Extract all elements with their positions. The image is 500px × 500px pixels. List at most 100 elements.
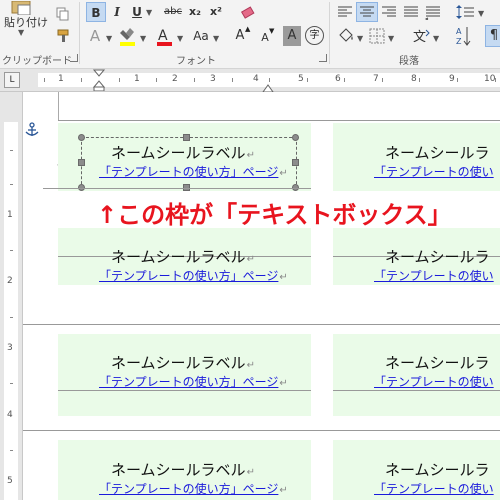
vertical-ruler-text-area (4, 122, 18, 500)
format-painter-icon[interactable] (56, 28, 72, 42)
shading-icon[interactable] (336, 26, 356, 46)
enclose-characters-button[interactable]: 字 (305, 26, 324, 45)
horizontal-ruler[interactable]: L 1 1 2 3 4 5 6 7 8 9 10 (0, 69, 500, 93)
ruler-number: 5 (7, 476, 13, 486)
template-guide-link-text[interactable]: 「テンプレートの使い方」ページ (99, 269, 278, 283)
ruler-tick (194, 78, 195, 82)
template-guide-link-text[interactable]: 「テンプレートの使い (374, 375, 494, 389)
clipboard-group-label: クリップボード (2, 56, 72, 67)
resize-handle[interactable] (292, 134, 299, 141)
character-shading-button[interactable]: A (283, 26, 301, 46)
italic-button[interactable]: I (109, 2, 125, 22)
template-guide-link-text[interactable]: 「テンプレートの使い (374, 165, 494, 179)
borders-icon[interactable] (368, 27, 386, 45)
change-case-button[interactable]: Aa (190, 26, 212, 46)
align-right-icon[interactable] (380, 4, 398, 20)
sort-icon[interactable]: AZ (455, 25, 473, 47)
clear-formatting-icon[interactable] (240, 3, 258, 21)
paragraph-mark: ↵ (246, 360, 255, 371)
font-launcher-icon[interactable] (319, 54, 327, 62)
ruler-tick (10, 150, 13, 151)
vertical-ruler[interactable]: 1 2 3 4 5 (0, 92, 23, 500)
label-title-text: ネームシールラベル (111, 354, 246, 372)
group-divider (329, 2, 330, 64)
template-guide-link-text[interactable]: 「テンプレートの使い (374, 269, 494, 283)
template-guide-link[interactable]: 「テンプレートの使い方」ページ↵ (99, 267, 288, 284)
text-effects-dropdown-icon[interactable]: ▼ (106, 34, 112, 43)
ruler-tick (10, 184, 13, 185)
right-indent-marker-icon[interactable] (262, 79, 274, 93)
template-guide-link-text[interactable]: 「テンプレートの使い (374, 482, 494, 496)
resize-handle[interactable] (78, 134, 85, 141)
strikethrough-button[interactable]: abc (161, 2, 185, 22)
template-guide-link[interactable]: 「テンプレートの使い (374, 480, 494, 497)
underline-dropdown-icon[interactable]: ▼ (146, 8, 152, 17)
paste-icon[interactable] (6, 0, 36, 16)
justify-icon[interactable] (402, 4, 420, 20)
template-guide-link-text[interactable]: 「テンプレートの使い方」ページ (99, 375, 278, 389)
ruler-tick (232, 78, 233, 82)
label-title-text: ネームシールラ (385, 461, 490, 479)
resize-handle[interactable] (183, 134, 190, 141)
distributed-icon[interactable] (424, 4, 442, 21)
highlight-color-icon[interactable] (118, 26, 138, 48)
label-title-text: ネームシールラ (385, 354, 490, 372)
ruler-tick (10, 383, 13, 384)
label-grid-line (333, 390, 500, 391)
copy-icon[interactable] (56, 6, 70, 21)
label-title-text: ネームシールラベル (111, 248, 246, 266)
clipboard-launcher-icon[interactable] (70, 54, 78, 62)
underline-button[interactable]: U (130, 2, 144, 22)
line-spacing-dropdown-icon[interactable]: ▼ (478, 9, 484, 18)
align-center-icon[interactable] (356, 2, 378, 22)
borders-dropdown-icon[interactable]: ▼ (388, 34, 394, 43)
paste-dropdown-icon[interactable]: ▼ (18, 28, 24, 37)
paste-button[interactable]: 貼り付け (4, 14, 48, 30)
ruler-tick (81, 78, 82, 82)
text-box-selection-frame[interactable] (81, 137, 297, 189)
asian-layout-icon[interactable]: 文 (412, 26, 432, 46)
ruler-tick (10, 450, 13, 451)
template-guide-link[interactable]: 「テンプレートの使い (374, 373, 494, 390)
ruler-tick (44, 78, 45, 82)
svg-text:文: 文 (413, 30, 426, 45)
template-guide-link[interactable]: 「テンプレートの使い (374, 267, 494, 284)
show-marks-icon[interactable]: ¶ (485, 25, 500, 47)
annotation-text: ↑この枠が「テキストボックス」 (97, 201, 452, 229)
label-grid-line (23, 430, 500, 431)
tab-selector[interactable]: L (4, 72, 20, 88)
shading-dropdown-icon[interactable]: ▼ (357, 34, 363, 43)
ruler-tick (307, 78, 308, 82)
paragraph-mark: ↵ (246, 467, 255, 478)
resize-handle[interactable] (78, 159, 85, 166)
template-guide-link[interactable]: 「テンプレートの使い方」ページ↵ (99, 373, 288, 390)
indent-marker-icon[interactable] (92, 69, 106, 92)
ruler-number: 7 (373, 74, 379, 84)
label-title: ネームシールラベル↵ (111, 459, 255, 480)
ruler-number: 3 (210, 74, 216, 84)
template-guide-link-text[interactable]: 「テンプレートの使い方」ページ (99, 482, 278, 496)
bold-button[interactable]: B (86, 2, 106, 22)
ruler-number: 3 (7, 343, 13, 353)
ruler-tick (344, 78, 345, 82)
resize-handle[interactable] (292, 159, 299, 166)
template-guide-link[interactable]: 「テンプレートの使い方」ページ↵ (99, 480, 288, 497)
document-area[interactable]: ↵ ネームシールラベル↵ 「テンプレートの使い方」ページ↵ ネームシールラ 「テ… (23, 92, 500, 500)
anchor-icon[interactable] (25, 122, 39, 138)
label-grid-line (23, 324, 500, 325)
superscript-button[interactable]: x² (207, 2, 225, 22)
font-color-dropdown-icon[interactable]: ▼ (177, 34, 183, 43)
ruler-number: 4 (7, 410, 13, 420)
line-spacing-icon[interactable] (455, 3, 475, 21)
change-case-dropdown-icon[interactable]: ▼ (213, 34, 219, 43)
highlight-dropdown-icon[interactable]: ▼ (140, 34, 146, 43)
template-guide-link[interactable]: 「テンプレートの使い (374, 163, 494, 180)
subscript-button[interactable]: x₂ (186, 2, 204, 22)
label-title-text: ネームシールラ (385, 248, 490, 266)
label-title: ネームシールラ (385, 246, 490, 267)
ruler-tick (419, 78, 420, 82)
text-effects-icon[interactable]: A (86, 26, 104, 46)
align-left-icon[interactable] (336, 4, 354, 20)
font-color-icon[interactable]: A (155, 26, 175, 48)
asian-layout-dropdown-icon[interactable]: ▼ (433, 34, 439, 43)
